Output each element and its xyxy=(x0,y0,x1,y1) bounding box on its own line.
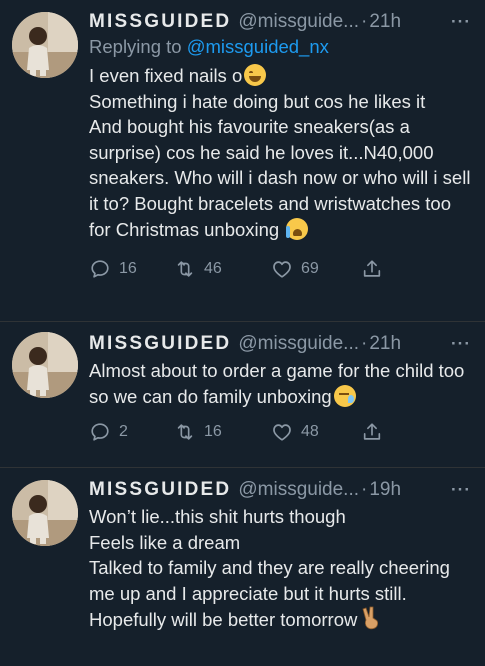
like-button[interactable]: 69 xyxy=(271,258,361,280)
timestamp[interactable]: 21h xyxy=(369,10,401,34)
tweet-text: Almost about to order a game for the chi… xyxy=(89,358,471,409)
tweet-line: Won’t lie...this shit hurts though xyxy=(89,506,346,527)
tweet-line: Almost about to order a game for the chi… xyxy=(89,360,465,407)
more-options-icon[interactable]: ··· xyxy=(451,10,471,34)
avatar[interactable] xyxy=(12,12,78,78)
avatar-photo-icon xyxy=(12,332,78,398)
tweet[interactable]: MISSGUIDED @missguide... · 21h ··· Reply… xyxy=(0,0,485,321)
separator: · xyxy=(361,11,368,32)
reply-icon xyxy=(91,423,109,441)
user-handle[interactable]: @missguide... xyxy=(238,10,359,34)
tweet[interactable]: MISSGUIDED @missguide... · 19h ··· Won’t… xyxy=(0,467,485,666)
timestamp[interactable]: 21h xyxy=(369,332,401,356)
replying-to-label: Replying to xyxy=(89,36,187,57)
share-icon xyxy=(363,423,381,440)
replying-to: Replying to @missguided_nx xyxy=(89,35,471,59)
retweet-button[interactable]: 46 xyxy=(174,258,271,280)
tweet-actions: 16 46 69 xyxy=(89,256,471,282)
like-count: 69 xyxy=(301,260,319,278)
victory-hand-emoji-icon xyxy=(362,606,379,630)
laughing-emoji-icon xyxy=(244,64,267,86)
retweet-button[interactable]: 16 xyxy=(174,421,271,443)
avatar[interactable] xyxy=(12,332,78,398)
heart-icon xyxy=(273,424,291,441)
reply-count: 16 xyxy=(119,260,137,278)
share-button[interactable] xyxy=(361,421,383,443)
retweet-icon xyxy=(177,424,193,440)
timestamp[interactable]: 19h xyxy=(369,478,401,502)
user-handle[interactable]: @missguide... xyxy=(238,332,359,356)
sleepy-emoji-icon xyxy=(333,384,356,407)
reply-count: 2 xyxy=(119,423,128,441)
tweet-line: I even fixed nails o xyxy=(89,65,243,86)
tweet-line: Feels like a dream xyxy=(89,531,241,553)
like-count: 48 xyxy=(301,423,319,441)
tweet-text: I even fixed nails o Something i hate do… xyxy=(89,63,471,242)
retweet-count: 16 xyxy=(204,423,222,441)
tweet-line: Something i hate doing but cos he likes … xyxy=(89,90,426,112)
user-handle[interactable]: @missguide... xyxy=(238,478,359,502)
display-name[interactable]: MISSGUIDED xyxy=(89,10,231,34)
reply-button[interactable]: 2 xyxy=(89,421,174,443)
more-options-icon[interactable]: ··· xyxy=(451,478,471,502)
heart-icon xyxy=(273,261,291,278)
crying-emoji-icon xyxy=(286,217,309,240)
tweet-text: Won’t lie...this shit hurts though Feels… xyxy=(89,504,471,633)
separator: · xyxy=(361,479,368,500)
retweet-icon xyxy=(177,261,193,277)
retweet-count: 46 xyxy=(204,260,222,278)
tweet-actions: 2 16 48 xyxy=(89,419,471,445)
mention-link[interactable]: @missguided_nx xyxy=(187,36,329,57)
tweet-line: Talked to family and they are really che… xyxy=(89,557,450,631)
tweet-header: MISSGUIDED @missguide... · 21h ··· xyxy=(89,332,471,356)
reply-button[interactable]: 16 xyxy=(89,258,174,280)
display-name[interactable]: MISSGUIDED xyxy=(89,332,231,356)
more-options-icon[interactable]: ··· xyxy=(451,332,471,356)
share-button[interactable] xyxy=(361,258,383,280)
avatar[interactable] xyxy=(12,480,78,546)
tweet-header: MISSGUIDED @missguide... · 19h ··· xyxy=(89,478,471,502)
tweet-header: MISSGUIDED @missguide... · 21h ··· xyxy=(89,10,471,34)
avatar-photo-icon xyxy=(12,12,78,78)
display-name[interactable]: MISSGUIDED xyxy=(89,478,231,502)
reply-icon xyxy=(91,260,109,278)
share-icon xyxy=(363,260,381,277)
separator: · xyxy=(361,333,368,354)
tweet-line: And bought his favourite sneakers(as a s… xyxy=(89,116,471,240)
like-button[interactable]: 48 xyxy=(271,421,361,443)
tweet[interactable]: MISSGUIDED @missguide... · 21h ··· Almos… xyxy=(0,321,485,467)
avatar-photo-icon xyxy=(12,480,78,546)
